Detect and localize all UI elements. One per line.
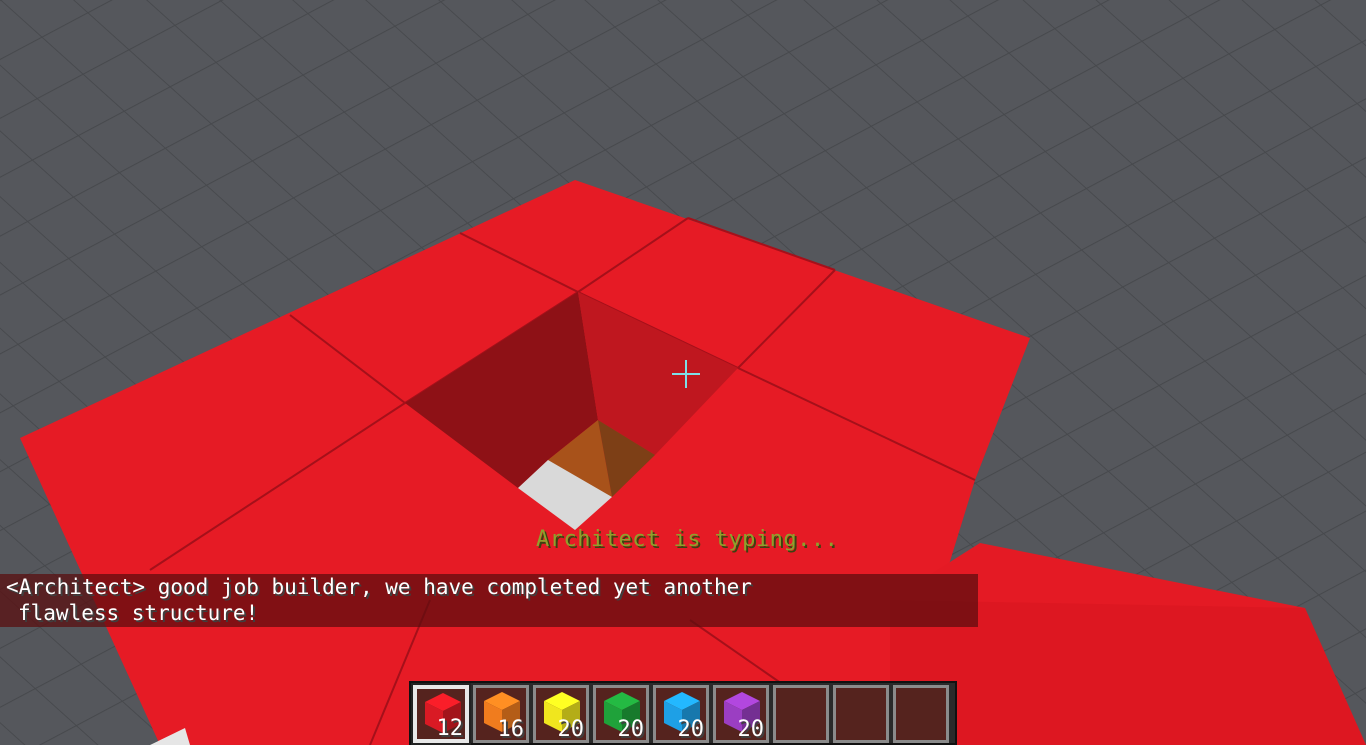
item-count: 20: [617, 717, 645, 742]
chat-box: <Architect> good job builder, we have co…: [0, 574, 978, 627]
hotbar-slot-5[interactable]: 20: [653, 685, 709, 743]
chat-message-line: flawless structure!: [18, 601, 259, 625]
hotbar-slot-6[interactable]: 20: [713, 685, 769, 743]
typing-indicator: Architect is typing...: [536, 527, 839, 552]
item-count: 20: [557, 717, 585, 742]
hotbar: 12 16 20 20 20 20: [409, 681, 957, 745]
hotbar-slot-4[interactable]: 20: [593, 685, 649, 743]
hotbar-slot-7[interactable]: [773, 685, 829, 743]
item-count: 20: [677, 717, 705, 742]
hotbar-slot-9[interactable]: [893, 685, 949, 743]
item-count: 12: [436, 716, 464, 741]
hotbar-slot-1[interactable]: 12: [411, 683, 471, 745]
hotbar-slot-8[interactable]: [833, 685, 889, 743]
crosshair-icon: [672, 360, 700, 388]
hotbar-slot-3[interactable]: 20: [533, 685, 589, 743]
chat-message-line: <Architect> good job builder, we have co…: [6, 575, 752, 599]
item-count: 20: [737, 717, 765, 742]
hotbar-slot-2[interactable]: 16: [473, 685, 529, 743]
item-count: 16: [497, 717, 525, 742]
